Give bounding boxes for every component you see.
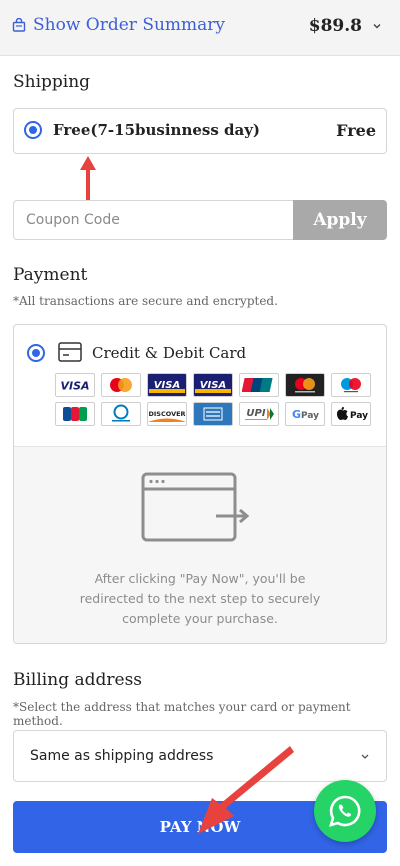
visa-logo: VISA — [55, 373, 95, 397]
annotation-arrow-up — [80, 156, 96, 202]
shipping-title: Shipping — [13, 72, 91, 92]
google-pay-logo: G Pay — [285, 402, 325, 426]
order-total-value: $89.8 — [308, 16, 362, 36]
chevron-down-icon — [361, 754, 369, 759]
browser-redirect-icon — [141, 472, 250, 542]
svg-text:Pay: Pay — [350, 411, 368, 421]
coupon-code-input[interactable] — [13, 200, 294, 240]
bag-icon — [12, 18, 26, 32]
redirect-info-text: After clicking "Pay Now", you'll be redi… — [79, 571, 321, 626]
redirect-info-panel: After clicking "Pay Now", you'll be redi… — [14, 446, 386, 643]
billing-address-note: *Select the address that matches your ca… — [13, 700, 351, 728]
amex-logo — [193, 402, 233, 426]
shipping-option-label: Free(7-15businness day) — [53, 121, 261, 139]
credit-debit-card-label: Credit & Debit Card — [92, 344, 247, 362]
svg-text:UPI: UPI — [246, 408, 265, 419]
order-summary-label: Show Order Summary — [33, 15, 226, 35]
order-total[interactable]: $89.8 — [309, 16, 382, 36]
unionpay-logo — [239, 373, 279, 397]
apple-pay-logo: Pay — [331, 402, 371, 426]
apply-coupon-button[interactable]: Apply — [293, 200, 387, 240]
mastercard-logo — [101, 373, 141, 397]
credit-card-icon — [58, 342, 82, 362]
card-logos: VISA VISA VISA DISCOVER UPI G Pay Pay — [55, 373, 375, 426]
payment-radio[interactable] — [27, 344, 45, 362]
chevron-down-icon — [373, 24, 381, 29]
order-summary-bar[interactable]: Show Order Summary $89.8 — [0, 0, 400, 56]
visa-logo: VISA — [147, 373, 187, 397]
svg-text:G: G — [292, 408, 301, 421]
svg-text:VISA: VISA — [60, 380, 89, 393]
shipping-radio[interactable] — [24, 121, 42, 139]
jcb-logo — [55, 402, 95, 426]
credit-debit-card-option[interactable]: Credit & Debit Card VISA VISA VISA DISCO… — [14, 325, 386, 447]
svg-text:DISCOVER: DISCOVER — [148, 410, 185, 418]
svg-text:VISA: VISA — [200, 380, 226, 391]
svg-text:VISA: VISA — [154, 380, 180, 391]
payment-note: *All transactions are secure and encrypt… — [13, 294, 278, 308]
billing-address-selected: Same as shipping address — [30, 748, 214, 764]
whatsapp-chat-button[interactable] — [314, 780, 376, 842]
mastercard-logo — [285, 373, 325, 397]
discover-logo: DISCOVER — [147, 402, 187, 426]
payment-methods: Credit & Debit Card VISA VISA VISA DISCO… — [13, 324, 387, 644]
shipping-option-price: Free — [336, 121, 376, 140]
show-order-summary-toggle[interactable]: Show Order Summary — [12, 15, 225, 35]
whatsapp-icon — [329, 795, 361, 827]
maestro-logo — [331, 373, 371, 397]
billing-address-title: Billing address — [13, 670, 143, 690]
diners-club-logo — [101, 402, 141, 426]
svg-text:Pay: Pay — [301, 411, 319, 421]
annotation-arrow-down — [198, 746, 294, 834]
upi-logo: UPI — [239, 402, 279, 426]
visa-electron-logo: VISA — [193, 373, 233, 397]
shipping-option[interactable]: Free(7-15businness day) Free — [13, 108, 387, 154]
payment-title: Payment — [13, 265, 88, 285]
